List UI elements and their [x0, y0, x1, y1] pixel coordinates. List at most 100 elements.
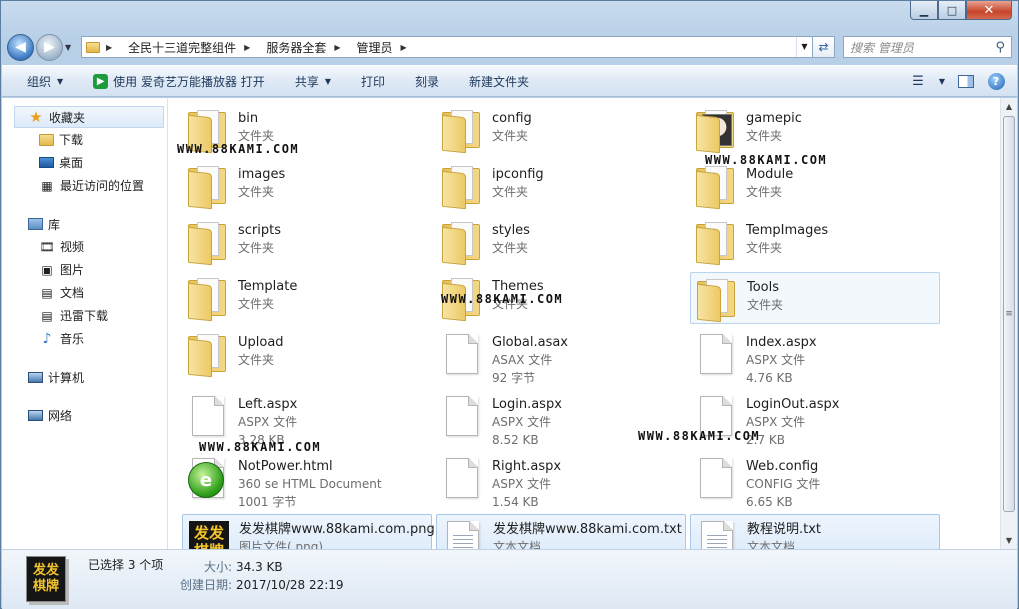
new-folder-button[interactable]: 新建文件夹: [454, 73, 544, 90]
preview-pane-button[interactable]: [955, 70, 977, 92]
folder-item[interactable]: images 文件夹: [182, 160, 432, 212]
file-text: images 文件夹: [238, 160, 285, 201]
file-item[interactable]: e NotPower.html 360 se HTML Document 1001 字…: [182, 452, 432, 509]
breadcrumb-arrow[interactable]: ▶: [401, 43, 415, 52]
sidebar-item-pictures[interactable]: ▣ 图片: [2, 258, 167, 281]
view-options-icon[interactable]: ☰: [907, 70, 929, 92]
sidebar-item-recent[interactable]: ▦ 最近访问的位置: [2, 174, 167, 197]
view-dropdown-arrow[interactable]: ▼: [937, 70, 947, 92]
folder-item[interactable]: Upload 文件夹: [182, 328, 432, 380]
close-button[interactable]: ✕: [966, 1, 1012, 20]
breadcrumb-root-arrow[interactable]: ▶: [106, 43, 120, 52]
address-bar[interactable]: ▶ 全民十三道完整组件 ▶ 服务器全套 ▶ 管理员 ▶ ▼: [81, 36, 813, 58]
breadcrumb-arrow[interactable]: ▶: [334, 43, 348, 52]
scroll-up-arrow[interactable]: ▲: [1001, 98, 1017, 115]
folder-item[interactable]: Module 文件夹: [690, 160, 940, 212]
sidebar-item-music[interactable]: ♪ 音乐: [2, 327, 167, 350]
watermark-text: WWW.88KAMI.COM: [177, 142, 300, 156]
sidebar-item-thunder[interactable]: ▤ 迅雷下载: [2, 304, 167, 327]
breadcrumb-item[interactable]: 全民十三道完整组件: [128, 39, 236, 56]
star-icon: ★: [29, 108, 43, 126]
organize-button[interactable]: 组织 ▼: [12, 73, 78, 90]
file-type: ASPX 文件: [746, 353, 806, 367]
address-history-dropdown[interactable]: ▼: [796, 37, 812, 57]
file-item[interactable]: Right.aspx ASPX 文件 1.54 KB: [436, 452, 686, 509]
content-area: ★ 收藏夹 下载 桌面 ▦ 最近访问的位置 库 🎞 视频 ▣ 图片 ▤ 文档 ▤ 迅雷下载 …: [2, 98, 1017, 549]
back-button[interactable]: ◀: [7, 33, 34, 61]
file-size: 1.54 KB: [492, 495, 539, 509]
file-type: ASPX 文件: [492, 477, 552, 491]
open-with-button[interactable]: ▶ 使用 爱奇艺万能播放器 打开: [78, 73, 280, 90]
sidebar-item-favorites[interactable]: ★ 收藏夹: [14, 106, 164, 128]
folder-item[interactable]: ipconfig 文件夹: [436, 160, 686, 212]
date-value: 2017/10/28 22:19: [236, 578, 344, 592]
scroll-down-arrow[interactable]: ▼: [1001, 532, 1017, 549]
forward-button[interactable]: ▶: [36, 33, 63, 61]
help-button[interactable]: ?: [985, 70, 1007, 92]
file-item[interactable]: Web.config CONFIG 文件 6.65 KB: [690, 452, 940, 509]
file-text: bin 文件夹: [238, 104, 274, 145]
folder-item[interactable]: Tools 文件夹: [690, 272, 940, 324]
network-icon: [28, 409, 43, 421]
downloads-folder-icon: [39, 133, 54, 146]
sidebar-item-libraries[interactable]: 库: [2, 213, 167, 235]
folder-icon: [693, 275, 741, 323]
file-item[interactable]: 发发棋牌www.88kami.com.txt 文本文档: [436, 514, 686, 549]
file-size: 8.52 KB: [492, 433, 539, 447]
file-text: styles 文件夹: [492, 216, 530, 257]
size-label: 大小:: [203, 560, 232, 574]
file-item[interactable]: Left.aspx ASPX 文件 3.28 KB: [182, 390, 432, 447]
vertical-scrollbar[interactable]: ▲ ≡ ▼: [1000, 98, 1017, 549]
file-item[interactable]: 发发 棋牌发发棋牌www.88kami.com.png 图片文件(.png): [182, 514, 435, 549]
folder-item[interactable]: config 文件夹: [436, 104, 686, 156]
search-input[interactable]: 搜索 管理员 ⚲: [843, 36, 1012, 58]
scroll-thumb[interactable]: ≡: [1003, 116, 1015, 512]
sidebar-item-videos[interactable]: 🎞 视频: [2, 235, 167, 258]
file-type: 文件夹: [238, 353, 275, 367]
file-name: bin: [238, 111, 259, 126]
search-icon[interactable]: ⚲: [995, 40, 1005, 55]
sidebar-item-documents[interactable]: ▤ 文档: [2, 281, 167, 304]
recent-pages-dropdown[interactable]: ▼: [65, 43, 77, 52]
file-item[interactable]: Index.aspx ASPX 文件 4.76 KB: [690, 328, 940, 385]
address-row: ◀ ▶ ▼ ▶ 全民十三道完整组件 ▶ 服务器全套 ▶ 管理员 ▶ ▼ ⇄ 搜索…: [7, 33, 1012, 61]
file-text: Web.config CONFIG 文件 6.65 KB: [746, 452, 820, 511]
file-text: 教程说明.txt 文本文档: [747, 515, 821, 549]
sidebar-label: 迅雷下载: [60, 309, 109, 323]
file-text: Tools 文件夹: [747, 273, 783, 314]
breadcrumb-item[interactable]: 管理员: [357, 39, 393, 56]
selection-thumbnail: 发发 棋牌: [26, 556, 66, 602]
png-thumbnail-text: 发发 棋牌: [189, 521, 229, 549]
print-button[interactable]: 打印: [346, 73, 400, 90]
file-name: TempImages: [746, 223, 829, 238]
breadcrumb-arrow[interactable]: ▶: [244, 43, 258, 52]
file-name: Template: [238, 279, 298, 294]
refresh-button[interactable]: ⇄: [813, 36, 835, 58]
details-pane: 发发 棋牌 已选择 3 个项 大小: 34.3 KB 创建日期: 2017/10/2…: [2, 549, 1017, 609]
breadcrumb-item[interactable]: 服务器全套: [266, 39, 326, 56]
file-type: ASPX 文件: [238, 415, 298, 429]
sidebar-item-computer[interactable]: 计算机: [2, 366, 167, 388]
text-document-icon: [439, 517, 487, 549]
sidebar-label: 下载: [59, 133, 84, 147]
file-name: 发发棋牌www.88kami.com.png: [239, 522, 435, 537]
folder-item[interactable]: styles 文件夹: [436, 216, 686, 268]
sidebar-item-downloads[interactable]: 下载: [2, 128, 167, 151]
file-type: 文件夹: [747, 298, 784, 312]
share-button[interactable]: 共享 ▼: [280, 73, 346, 90]
burn-button[interactable]: 刻录: [400, 73, 454, 90]
folder-item[interactable]: TempImages 文件夹: [690, 216, 940, 268]
minimize-button[interactable]: ▁: [910, 1, 938, 20]
folder-item[interactable]: scripts 文件夹: [182, 216, 432, 268]
sidebar-item-desktop[interactable]: 桌面: [2, 151, 167, 174]
folder-item[interactable]: Template 文件夹: [182, 272, 432, 324]
folder-icon: [438, 218, 486, 266]
file-item[interactable]: Global.asax ASAX 文件 92 字节: [436, 328, 686, 385]
file-name: Module: [746, 167, 794, 182]
file-list: ▲ ≡ ▼ bin 文件夹 config 文件夹 gamepic 文件夹 images 文件夹…: [168, 98, 1017, 549]
maximize-button[interactable]: □: [938, 1, 966, 20]
sidebar-item-network[interactable]: 网络: [2, 404, 167, 426]
folder-item[interactable]: gamepic 文件夹: [690, 104, 940, 156]
file-item[interactable]: 教程说明.txt 文本文档: [690, 514, 940, 549]
watermark-text: WWW.88KAMI.COM: [441, 292, 564, 306]
